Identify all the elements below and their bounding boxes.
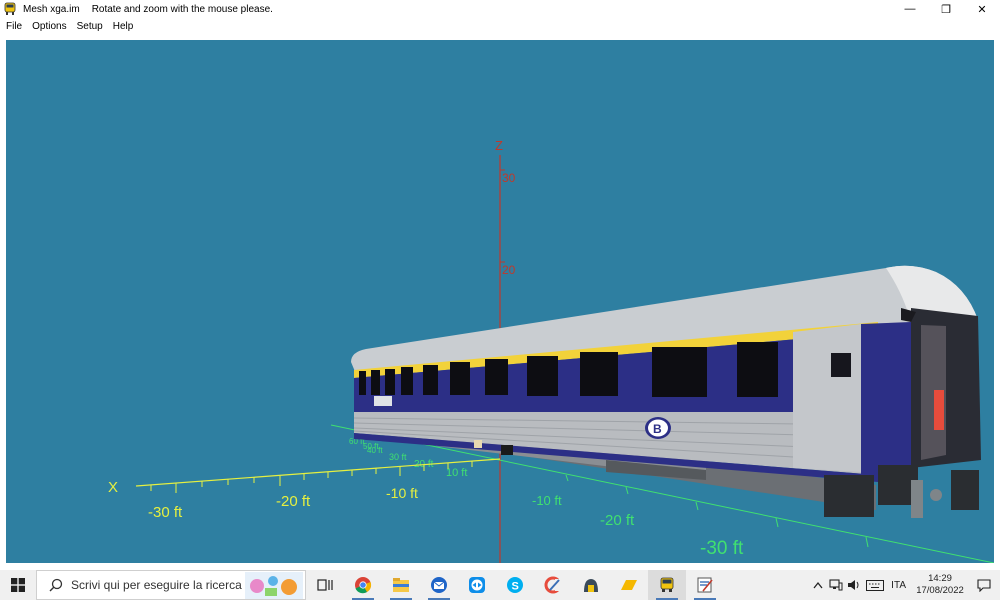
menu-bar: File Options Setup Help [0, 18, 1000, 34]
taskbar-app-dome[interactable] [572, 570, 610, 600]
network-icon[interactable] [827, 570, 845, 600]
volume-icon[interactable] [845, 570, 863, 600]
close-button[interactable]: ✕ [964, 0, 1000, 18]
coach-logo-letter: B [653, 422, 662, 436]
y-tick-neg30: -30 ft [700, 538, 744, 559]
window-hint: Rotate and zoom with the mouse please. [91, 3, 273, 15]
teamviewer-icon [469, 577, 485, 593]
taskbar-app-file-explorer[interactable] [382, 570, 420, 600]
taskbar-app-mesh[interactable] [648, 570, 686, 600]
taskbar-app-thunderbird[interactable] [420, 570, 458, 600]
y-tick-10: 10 ft [446, 467, 467, 479]
restore-button[interactable]: ❐ [928, 0, 964, 18]
menu-file[interactable]: File [0, 21, 27, 32]
x-axis: X -30 ft -20 ft -10 ft [108, 458, 501, 521]
taskbar-app-yellow[interactable] [610, 570, 648, 600]
keyboard-icon[interactable] [863, 570, 887, 600]
app-icon [4, 2, 16, 15]
svg-text:S: S [512, 581, 519, 593]
thunderbird-icon [431, 577, 447, 593]
x-tick-neg10: -10 ft [386, 485, 418, 501]
railway-coach-model[interactable]: B [351, 265, 981, 518]
chevron-up-icon[interactable] [809, 570, 827, 600]
taskbar-app-ccleaner[interactable] [534, 570, 572, 600]
clock[interactable]: 14:29 17/08/2022 [912, 573, 968, 597]
dome-app-icon [584, 579, 598, 592]
z-axis-label: Z [495, 138, 503, 153]
notification-button[interactable] [968, 570, 1000, 600]
clock-date: 17/08/2022 [916, 585, 964, 596]
taskbar: Scrivi qui per eseguire la ricerca S ITA… [0, 570, 1000, 600]
taskbar-app-skype[interactable]: S [496, 570, 534, 600]
x-tick-neg20: -20 ft [276, 493, 311, 510]
search-icon [45, 578, 67, 592]
menu-options[interactable]: Options [27, 21, 71, 32]
taskbar-app-chrome[interactable] [344, 570, 382, 600]
title-bar: Mesh xga.im Rotate and zoom with the mou… [0, 0, 1000, 18]
skype-icon: S [507, 577, 523, 593]
taskbar-app-tool[interactable] [686, 570, 724, 600]
window-controls: — ❐ ✕ [892, 0, 1000, 18]
tool-app-icon [697, 577, 713, 593]
menu-setup[interactable]: Setup [72, 21, 108, 32]
minimize-button[interactable]: — [892, 0, 928, 18]
scene-canvas[interactable]: Z 30 20 60 ft 50 ft 40 ft 30 ft 20 ft 10… [6, 40, 994, 563]
taskbar-app-teamviewer[interactable] [458, 570, 496, 600]
z-tick-20: 20 [502, 263, 516, 277]
search-placeholder: Scrivi qui per eseguire la ricerca [71, 578, 242, 592]
y-tick-neg20: -20 ft [600, 512, 635, 529]
task-view-icon [317, 579, 333, 591]
y-tick-30: 30 ft [389, 452, 407, 462]
x-axis-label: X [108, 479, 118, 496]
clock-time: 14:29 [928, 573, 952, 584]
start-button[interactable] [0, 570, 36, 600]
folder-icon [393, 578, 409, 592]
windows-icon [11, 578, 25, 592]
z-tick-30: 30 [502, 171, 516, 185]
search-highlight-art [245, 572, 303, 599]
language-indicator[interactable]: ITA [891, 580, 906, 591]
y-tick-neg10: -10 ft [532, 493, 562, 508]
system-tray: ITA 14:29 17/08/2022 [809, 570, 1000, 600]
3d-viewport[interactable]: Z 30 20 60 ft 50 ft 40 ft 30 ft 20 ft 10… [6, 40, 994, 563]
window-title: Mesh xga.im [23, 3, 80, 15]
train-icon [660, 577, 674, 592]
menu-help[interactable]: Help [108, 21, 139, 32]
notification-icon [977, 578, 991, 592]
chrome-icon [355, 577, 372, 594]
task-view-button[interactable] [306, 570, 344, 600]
y-tick-40: 40 ft [367, 446, 383, 455]
ccleaner-icon [544, 576, 562, 594]
x-tick-neg30: -30 ft [148, 504, 183, 521]
search-input[interactable]: Scrivi qui per eseguire la ricerca [36, 570, 306, 600]
yellow-app-icon [621, 580, 637, 590]
